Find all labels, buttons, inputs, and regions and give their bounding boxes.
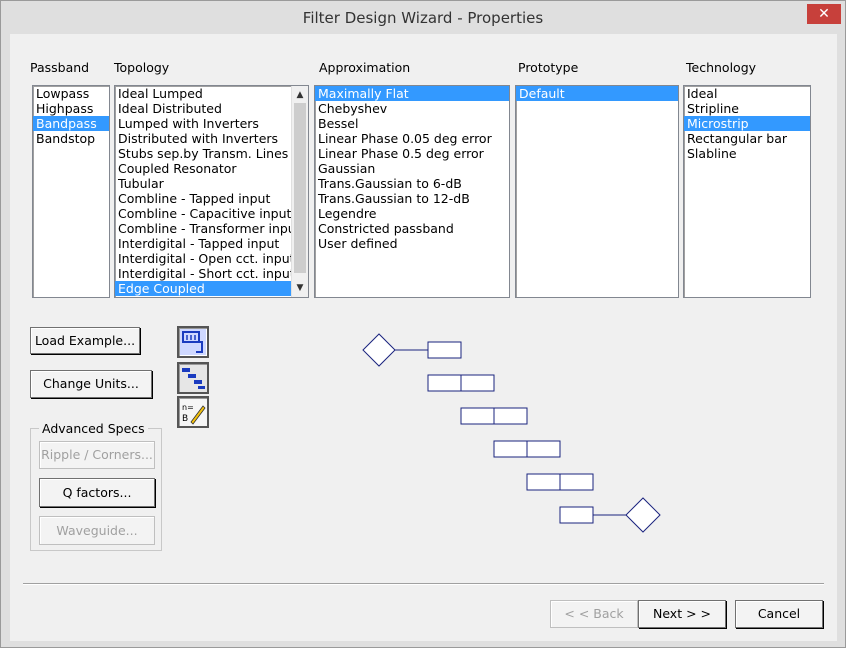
cancel-button[interactable]: Cancel: [735, 600, 823, 628]
topology-header: Topology: [114, 60, 170, 75]
list-item[interactable]: Tubular: [115, 176, 291, 191]
list-item[interactable]: Interdigital - Open cct. input: [115, 251, 295, 266]
list-item[interactable]: Edge Coupled: [115, 281, 291, 296]
advanced-specs-label: Advanced Specs: [39, 421, 148, 436]
topology-scrollbar[interactable]: ▲ ▼: [291, 86, 308, 297]
change-units-button[interactable]: Change Units...: [30, 370, 152, 398]
resonator-line-3a: [460, 407, 495, 425]
list-item[interactable]: Trans.Gaussian to 6-dB: [315, 176, 509, 191]
list-item[interactable]: Chebyshev: [315, 101, 509, 116]
list-item[interactable]: Combline - Transformer input: [115, 221, 301, 236]
passband-header: Passband: [30, 60, 90, 75]
filter-layout-preview: [362, 333, 661, 533]
list-item[interactable]: Slabline: [684, 146, 810, 161]
prototype-header: Prototype: [518, 60, 579, 75]
list-item[interactable]: Linear Phase 0.5 deg error: [315, 146, 509, 161]
resonator-line-1: [427, 341, 462, 359]
window-title: Filter Design Wizard - Properties: [302, 9, 544, 27]
load-example-button[interactable]: Load Example...: [30, 327, 140, 354]
list-item[interactable]: Bessel: [315, 116, 509, 131]
dialog-client-area: Passband Topology Approximation Prototyp…: [10, 34, 837, 641]
schematic-view-icon[interactable]: [177, 326, 209, 358]
list-item[interactable]: Combline - Tapped input: [115, 191, 291, 206]
output-port-diamond: [625, 497, 661, 533]
scroll-thumb[interactable]: [294, 103, 306, 273]
q-factors-button[interactable]: Q factors...: [39, 478, 155, 507]
passband-items: Lowpass Highpass Bandpass Bandstop: [33, 86, 109, 146]
technology-header: Technology: [686, 60, 757, 75]
resonator-line-3b: [493, 407, 528, 425]
passband-listbox[interactable]: Lowpass Highpass Bandpass Bandstop: [32, 85, 110, 298]
footer-separator: [23, 583, 824, 585]
resonator-line-4a: [493, 440, 528, 458]
list-item[interactable]: Legendre: [315, 206, 509, 221]
approximation-items: Maximally Flat Chebyshev Bessel Linear Phas…: [315, 86, 509, 251]
close-button[interactable]: ✕: [807, 4, 841, 24]
list-item[interactable]: Lowpass: [33, 86, 109, 101]
title-bar: Filter Design Wizard - Properties ✕: [1, 1, 845, 33]
approximation-header: Approximation: [319, 60, 411, 75]
topology-items: Ideal Lumped Ideal Distributed Lumped with…: [115, 86, 301, 296]
prototype-items: Default: [516, 86, 678, 101]
list-item[interactable]: Stubs sep.by Transm. Lines: [115, 146, 291, 161]
prototype-listbox[interactable]: Default: [515, 85, 679, 298]
list-item[interactable]: Ideal Lumped: [115, 86, 291, 101]
technology-listbox[interactable]: Ideal Stripline Microstrip Rectangular bar S…: [683, 85, 811, 298]
list-item[interactable]: Constricted passband: [315, 221, 509, 236]
technology-items: Ideal Stripline Microstrip Rectangular bar S…: [684, 86, 810, 161]
layout-view-icon[interactable]: [177, 362, 209, 394]
parameter-edit-icon[interactable]: n= B: [177, 396, 209, 428]
list-item[interactable]: User defined: [315, 236, 509, 251]
scroll-down-icon[interactable]: ▼: [292, 280, 308, 296]
list-item[interactable]: Lumped with Inverters: [115, 116, 291, 131]
next-button[interactable]: Next > >: [638, 600, 726, 628]
list-item[interactable]: Highpass: [33, 101, 109, 116]
list-item[interactable]: Trans.Gaussian to 12-dB: [315, 191, 509, 206]
input-port-diamond: [362, 333, 396, 367]
ripple-corners-button[interactable]: Ripple / Corners...: [39, 441, 155, 469]
resonator-line-6: [559, 506, 594, 524]
svg-text:n=: n=: [182, 403, 194, 412]
topology-listbox[interactable]: Ideal Lumped Ideal Distributed Lumped with…: [114, 85, 309, 298]
waveguide-button[interactable]: Waveguide...: [39, 516, 155, 545]
wizard-window: Filter Design Wizard - Properties ✕ Pass…: [0, 0, 846, 648]
list-item[interactable]: Gaussian: [315, 161, 509, 176]
list-item[interactable]: Combline - Capacitive input: [115, 206, 291, 221]
back-button[interactable]: < < Back: [550, 600, 638, 628]
approximation-listbox[interactable]: Maximally Flat Chebyshev Bessel Linear Phas…: [314, 85, 510, 298]
list-item[interactable]: Linear Phase 0.05 deg error: [315, 131, 509, 146]
resonator-line-5b: [559, 473, 594, 491]
list-item[interactable]: Bandstop: [33, 131, 109, 146]
resonator-line-4b: [526, 440, 561, 458]
resonator-line-2a: [427, 374, 462, 392]
list-item[interactable]: Ideal: [684, 86, 810, 101]
list-item[interactable]: Interdigital - Short cct. input: [115, 266, 295, 281]
resonator-line-2b: [460, 374, 495, 392]
resonator-line-5a: [526, 473, 561, 491]
list-item[interactable]: Ideal Distributed: [115, 101, 291, 116]
list-item[interactable]: Distributed with Inverters: [115, 131, 291, 146]
list-item[interactable]: Bandpass: [33, 116, 109, 131]
list-item[interactable]: Maximally Flat: [315, 86, 509, 101]
list-item[interactable]: Coupled Resonator: [115, 161, 291, 176]
list-item[interactable]: Default: [516, 86, 678, 101]
svg-text:B: B: [182, 414, 188, 424]
list-item[interactable]: Stripline: [684, 101, 810, 116]
list-item[interactable]: Rectangular bar: [684, 131, 810, 146]
list-item[interactable]: Microstrip: [684, 116, 810, 131]
list-item[interactable]: Interdigital - Tapped input: [115, 236, 291, 251]
scroll-up-icon[interactable]: ▲: [292, 87, 308, 103]
